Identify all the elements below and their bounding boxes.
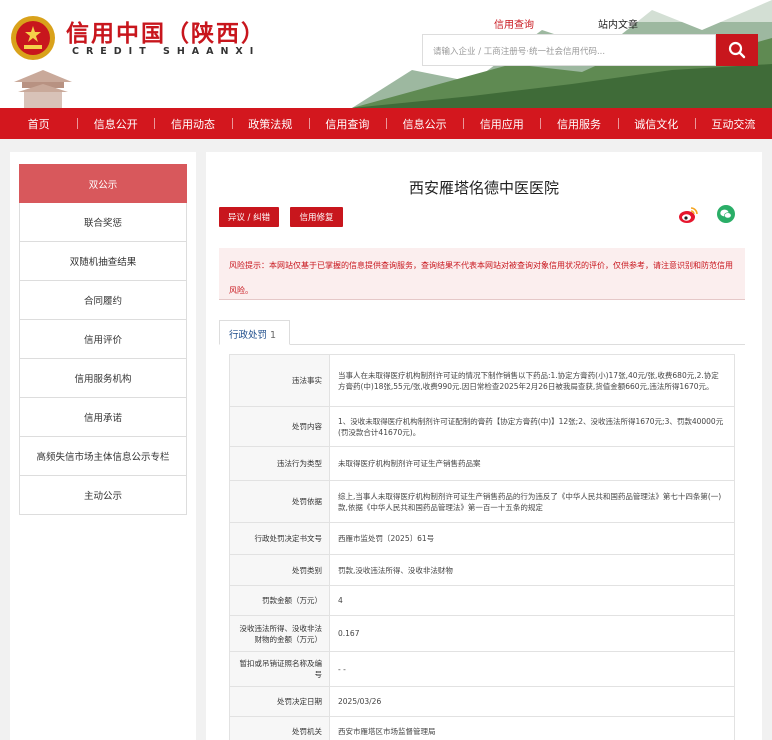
page-title: 西安雁塔佲德中医医院 — [408, 179, 559, 197]
field-value: 4 — [329, 585, 735, 616]
table-row: 行政处罚决定书文号 西雁市监处罚〔2025〕61号 — [229, 522, 735, 555]
field-value: 西雁市监处罚〔2025〕61号 — [329, 522, 735, 555]
field-label: 暂扣或吊销证照名称及编号 — [229, 651, 330, 687]
sidebar-item-random-inspection[interactable]: 双随机抽查结果 — [19, 242, 187, 281]
risk-notice: 风险提示：本网站仅基于已掌握的信息提供查询服务，查询结果不代表本网站对被查询对象… — [219, 248, 745, 300]
field-value: 2025/03/26 — [329, 686, 735, 717]
field-label: 处罚依据 — [229, 480, 330, 523]
table-row: 处罚内容 1、没收未取得医疗机构制剂许可证配制的膏药【协定方膏药(中)】12张;… — [229, 406, 735, 447]
main-nav: 首页 信息公开 信用动态 政策法规 信用查询 信息公示 信用应用 信用服务 诚信… — [0, 108, 772, 139]
field-value: 1、没收未取得医疗机构制剂许可证配制的膏药【协定方膏药(中)】12张;2、没收违… — [329, 406, 735, 447]
site-subtitle: CREDIT SHAANXI — [72, 46, 261, 57]
tab-administrative-penalty[interactable]: 行政处罚 1 — [219, 320, 290, 345]
nav-home[interactable]: 首页 — [0, 116, 77, 132]
field-value: 未取得医疗机构制剂许可证生产销售药品案 — [329, 446, 735, 481]
sidebar-item-joint-rewards[interactable]: 联合奖惩 — [19, 203, 187, 242]
field-label: 行政处罚决定书文号 — [229, 522, 330, 555]
nav-policy[interactable]: 政策法规 — [231, 116, 309, 132]
sidebar-item-double-publicity[interactable]: 双公示 — [19, 164, 187, 203]
field-value: 0.167 — [329, 615, 735, 652]
pavilion-illustration — [14, 70, 72, 108]
nav-info-publicity[interactable]: 信息公示 — [386, 116, 463, 132]
penalty-table: 违法事实 当事人在未取得医疗机构制剂许可证的情况下制作销售以下药品:1.协定方膏… — [229, 354, 735, 740]
nav-integrity-culture[interactable]: 诚信文化 — [617, 116, 695, 132]
table-row: 处罚决定日期 2025/03/26 — [229, 686, 735, 717]
table-row: 罚款金额（万元） 4 — [229, 585, 735, 616]
tab-count: 1 — [270, 330, 277, 341]
field-label: 违法事实 — [229, 354, 330, 407]
field-label: 处罚内容 — [229, 406, 330, 447]
sidebar-item-contract[interactable]: 合同履约 — [19, 281, 187, 320]
search-icon — [728, 41, 746, 59]
table-row: 暂扣或吊销证照名称及编号 - - — [229, 651, 735, 687]
sidebar: 双公示 联合奖惩 双随机抽查结果 合同履约 信用评价 信用服务机构 信用承诺 高… — [10, 152, 196, 740]
nav-info-disclosure[interactable]: 信息公开 — [77, 116, 154, 132]
search-tab-articles[interactable]: 站内文章 — [598, 16, 638, 31]
table-row: 违法事实 当事人在未取得医疗机构制剂许可证的情况下制作销售以下药品:1.协定方膏… — [229, 354, 735, 407]
search-input[interactable]: 请输入企业 / 工商注册号·统一社会信用代码... — [422, 34, 716, 66]
site-title: 信用中国（陕西） — [66, 21, 266, 47]
field-label: 处罚决定日期 — [229, 686, 330, 717]
sidebar-item-active-publicity[interactable]: 主动公示 — [19, 476, 187, 515]
nav-credit-application[interactable]: 信用应用 — [463, 116, 540, 132]
sidebar-item-commitment[interactable]: 信用承诺 — [19, 398, 187, 437]
sidebar-item-credit-evaluation[interactable]: 信用评价 — [19, 320, 187, 359]
table-row: 没收违法所得、没收非法财物的金额（万元） 0.167 — [229, 615, 735, 652]
tab-label: 行政处罚 — [229, 330, 268, 341]
table-row: 处罚机关 西安市雁塔区市场监督管理局 — [229, 716, 735, 740]
field-label: 罚款金额（万元） — [229, 585, 330, 616]
wechat-icon[interactable] — [717, 205, 735, 223]
objection-button[interactable]: 异议 / 纠错 — [219, 207, 279, 227]
nav-credit-service[interactable]: 信用服务 — [540, 116, 617, 132]
field-label: 没收违法所得、没收非法财物的金额（万元） — [229, 615, 330, 652]
field-label: 处罚机关 — [229, 716, 330, 740]
search-tab-credit[interactable]: 信用查询 — [494, 16, 534, 35]
nav-interaction[interactable]: 互动交流 — [694, 116, 772, 132]
field-value: 罚款,没收违法所得、没收非法财物 — [329, 554, 735, 586]
national-emblem-icon — [11, 16, 55, 60]
main-content: 西安雁塔佲德中医医院 异议 / 纠错 信用修复 风险提示：本网站仅基于已掌握的信… — [206, 152, 762, 740]
nav-credit-query[interactable]: 信用查询 — [308, 116, 386, 132]
table-row: 违法行为类型 未取得医疗机构制剂许可证生产销售药品案 — [229, 446, 735, 481]
search-button[interactable] — [716, 34, 758, 66]
field-value: 当事人在未取得医疗机构制剂许可证的情况下制作销售以下药品:1.协定方膏药(小)1… — [329, 354, 735, 407]
field-label: 处罚类别 — [229, 554, 330, 586]
field-value: 综上,当事人未取得医疗机构制剂许可证生产销售药品的行为违反了《中华人民共和国药品… — [329, 480, 735, 523]
field-label: 违法行为类型 — [229, 446, 330, 481]
table-row: 处罚依据 综上,当事人未取得医疗机构制剂许可证生产销售药品的行为违反了《中华人民… — [229, 480, 735, 523]
weibo-icon[interactable] — [678, 206, 698, 224]
sidebar-item-high-frequency[interactable]: 高频失信市场主体信息公示专栏 — [19, 437, 187, 476]
sidebar-item-service-agency[interactable]: 信用服务机构 — [19, 359, 187, 398]
field-value: 西安市雁塔区市场监督管理局 — [329, 716, 735, 740]
table-row: 处罚类别 罚款,没收违法所得、没收非法财物 — [229, 554, 735, 586]
site-header: 信用中国（陕西） CREDIT SHAANXI 信用查询 站内文章 请输入企业 … — [0, 0, 772, 108]
credit-repair-button[interactable]: 信用修复 — [290, 207, 343, 227]
record-tabs: 行政处罚 1 — [219, 320, 745, 345]
field-value: - - — [329, 651, 735, 687]
nav-credit-news[interactable]: 信用动态 — [154, 116, 231, 132]
